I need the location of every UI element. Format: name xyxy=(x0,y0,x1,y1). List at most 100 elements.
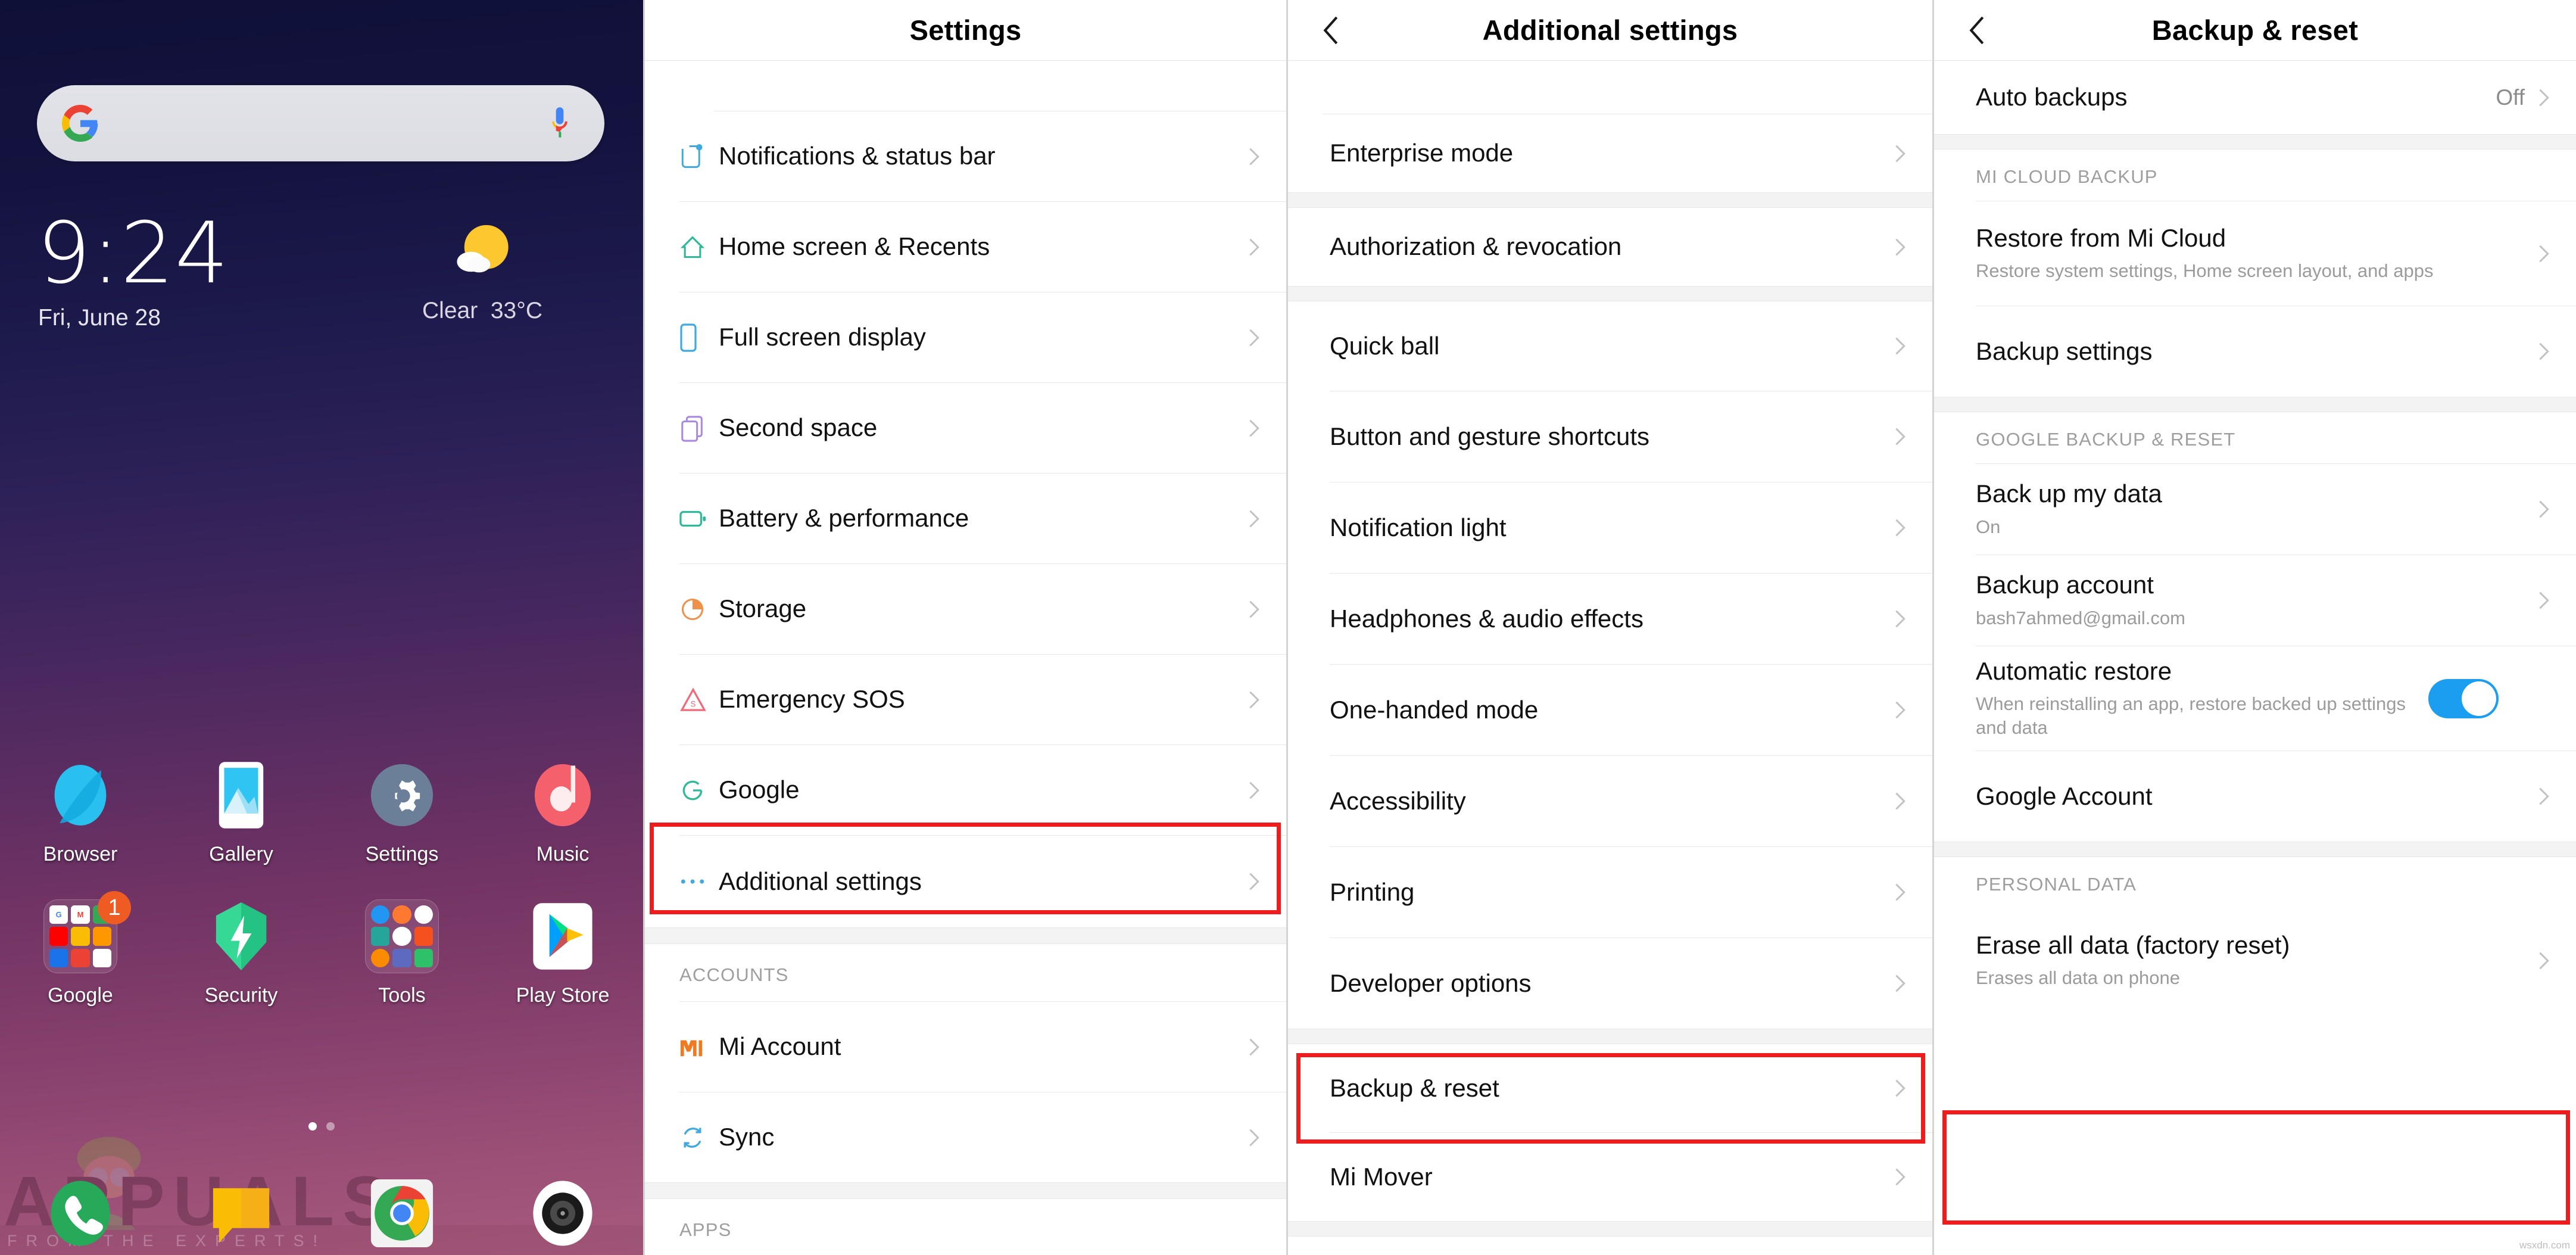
weather-widget[interactable]: Clear 33°C xyxy=(393,220,572,324)
section-header-personal-data: PERSONAL DATA xyxy=(1934,857,2576,908)
chevron-right-icon xyxy=(1894,518,1906,538)
chevron-right-icon xyxy=(2538,499,2550,519)
sidebar-item-sync[interactable]: Sync xyxy=(645,1092,1286,1182)
sidebar-item-emergency-sos[interactable]: S Emergency SOS xyxy=(645,655,1286,745)
chevron-right-icon xyxy=(2538,590,2550,611)
battery-icon xyxy=(679,509,719,529)
app-tools-folder[interactable]: Tools xyxy=(322,889,482,1007)
security-shield-icon xyxy=(204,899,278,973)
sidebar-item-label: Google xyxy=(719,776,800,804)
row-enterprise-mode[interactable]: Enterprise mode xyxy=(1288,114,1932,192)
tools-folder-icon xyxy=(365,899,439,973)
row-authorization-revocation[interactable]: Authorization & revocation xyxy=(1288,208,1932,286)
row-mi-mover[interactable]: Mi Mover xyxy=(1288,1133,1932,1221)
chevron-right-icon xyxy=(1894,700,1906,720)
sidebar-item-additional-settings[interactable]: Additional settings xyxy=(645,836,1286,927)
row-back-up-my-data[interactable]: Back up my data On xyxy=(1934,464,2576,555)
row-developer-options[interactable]: Developer options xyxy=(1288,938,1932,1029)
sidebar-item-full-screen-display[interactable]: Full screen display xyxy=(645,292,1286,382)
row-automatic-restore[interactable]: Automatic restore When reinstalling an a… xyxy=(1934,646,2576,750)
clock-widget[interactable]: 9:24 xyxy=(37,211,229,296)
settings-panel: Settings Notifications & status bar Home xyxy=(643,0,1286,1255)
sidebar-item-second-space[interactable]: Second space xyxy=(645,383,1286,473)
row-label: Backup & reset xyxy=(1330,1073,1499,1102)
page-dot-active[interactable] xyxy=(308,1122,317,1131)
sidebar-item-notifications[interactable]: Notifications & status bar xyxy=(645,111,1286,201)
app-label: Browser xyxy=(43,843,118,865)
row-label: Google Account xyxy=(1976,781,2153,810)
app-music[interactable]: Music xyxy=(482,748,643,866)
row-notification-light[interactable]: Notification light xyxy=(1288,482,1932,573)
highlight-erase-all-data xyxy=(1942,1110,2570,1225)
row-google-account[interactable]: Google Account xyxy=(1934,751,2576,842)
chevron-left-icon[interactable] xyxy=(1967,14,1987,46)
gallery-icon xyxy=(204,758,278,832)
sidebar-item-label: Storage xyxy=(719,594,807,623)
page-title: Backup & reset xyxy=(2151,14,2359,46)
row-headphones-audio-effects[interactable]: Headphones & audio effects xyxy=(1288,574,1932,664)
chevron-right-icon xyxy=(1248,237,1260,257)
sidebar-item-storage[interactable]: Storage xyxy=(645,564,1286,654)
section-header-accounts: ACCOUNTS xyxy=(645,944,1286,1001)
storage-pie-icon xyxy=(679,596,719,622)
row-backup-settings[interactable]: Backup settings xyxy=(1934,306,2576,397)
row-button-gesture-shortcuts[interactable]: Button and gesture shortcuts xyxy=(1288,391,1932,482)
section-header-apps: APPS xyxy=(645,1199,1286,1255)
music-note-icon xyxy=(526,758,600,832)
app-label: Google xyxy=(48,984,113,1007)
row-backup-reset[interactable]: Backup & reset xyxy=(1288,1044,1932,1132)
row-label: Notification light xyxy=(1330,513,1507,541)
microphone-icon[interactable] xyxy=(548,105,571,142)
sidebar-item-label: Full screen display xyxy=(719,323,926,351)
dock-camera[interactable] xyxy=(482,1137,643,1250)
sidebar-item-mi-account[interactable]: Mi Account xyxy=(645,1002,1286,1092)
app-play-store[interactable]: Play Store xyxy=(482,889,643,1007)
camera-icon xyxy=(526,1176,600,1250)
google-search-bar[interactable] xyxy=(37,85,604,161)
chevron-right-icon xyxy=(1248,690,1260,710)
app-security[interactable]: Security xyxy=(161,889,322,1007)
row-restore-from-mi-cloud[interactable]: Restore from Mi Cloud Restore system set… xyxy=(1934,201,2576,306)
chevron-right-icon xyxy=(1248,1128,1260,1148)
app-browser[interactable]: Browser xyxy=(0,748,161,866)
page-indicator xyxy=(0,1122,643,1131)
row-backup-account[interactable]: Backup account bash7ahmed@gmail.com xyxy=(1934,555,2576,646)
date-label: Fri, June 28 xyxy=(38,305,161,331)
dock-chrome[interactable] xyxy=(322,1137,482,1250)
row-one-handed-mode[interactable]: One-handed mode xyxy=(1288,665,1932,755)
sidebar-item-home-screen[interactable]: Home screen & Recents xyxy=(645,202,1286,292)
dock-messages[interactable] xyxy=(161,1137,322,1250)
chevron-right-icon xyxy=(1894,1167,1906,1187)
dock xyxy=(0,1137,643,1250)
app-row-2: 1 G M Google Security Tools Play Store xyxy=(0,889,643,1007)
ellipsis-icon xyxy=(679,877,719,886)
page-dot[interactable] xyxy=(326,1122,335,1131)
automatic-restore-toggle[interactable] xyxy=(2428,678,2499,718)
row-printing[interactable]: Printing xyxy=(1288,847,1932,938)
app-gallery[interactable]: Gallery xyxy=(161,748,322,866)
dock-phone[interactable] xyxy=(0,1137,161,1250)
row-quick-ball[interactable]: Quick ball xyxy=(1288,301,1932,391)
section-gap xyxy=(645,927,1286,944)
sidebar-item-battery[interactable]: Battery & performance xyxy=(645,474,1286,563)
section-header-google-backup-reset: GOOGLE BACKUP & RESET xyxy=(1934,412,2576,463)
backup-reset-title-bar: Backup & reset xyxy=(1934,0,2576,60)
app-google-folder[interactable]: 1 G M Google xyxy=(0,889,161,1007)
google-g-icon xyxy=(62,105,99,142)
chevron-left-icon[interactable] xyxy=(1321,14,1341,46)
row-auto-backups[interactable]: Auto backups Off xyxy=(1934,61,2576,134)
app-settings[interactable]: Settings xyxy=(322,748,482,866)
row-label: Authorization & revocation xyxy=(1330,232,1622,261)
sidebar-item-google[interactable]: Google xyxy=(645,745,1286,835)
phone-screen-icon xyxy=(679,323,719,352)
row-label: Button and gesture shortcuts xyxy=(1330,422,1649,450)
row-erase-all-data[interactable]: Erase all data (factory reset) Erases al… xyxy=(1934,908,2576,1013)
row-accessibility[interactable]: Accessibility xyxy=(1288,756,1932,846)
row-label: Auto backups xyxy=(1976,83,2128,111)
row-label: Mi Mover xyxy=(1330,1162,1433,1191)
chevron-right-icon xyxy=(1248,147,1260,167)
row-sublabel: When reinstalling an app, restore backed… xyxy=(1976,693,2406,739)
chevron-right-icon xyxy=(1894,426,1906,447)
partial-row-top xyxy=(1288,61,1932,114)
second-space-icon xyxy=(679,415,719,442)
